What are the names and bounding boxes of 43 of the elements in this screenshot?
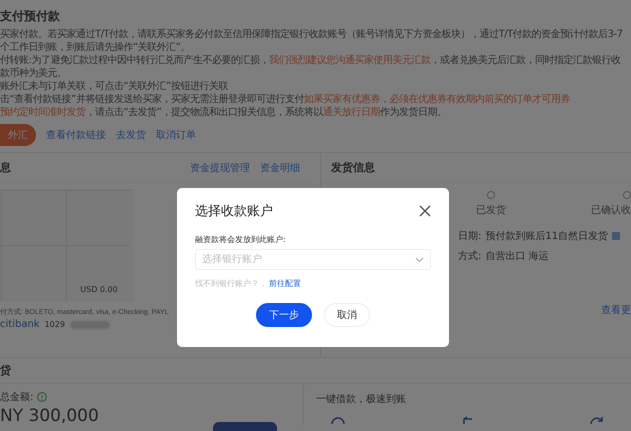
info-value: 预付款到账后11自然日发货 — [485, 230, 608, 243]
info-value: 自营出口 海运 — [485, 250, 549, 263]
view-more-link[interactable]: 查看更 — [601, 303, 631, 317]
calendar-icon — [612, 232, 620, 240]
action-link[interactable]: 取消订单 — [156, 128, 196, 142]
notice-text: 预约定时间准时发货，请点击“去发货”，提交物流和出口报关信息，系统将以通关放行日期作为发货日期。 — [0, 106, 448, 119]
step-label: 已发货 — [476, 204, 506, 217]
action-link[interactable]: 去发货 — [116, 128, 146, 142]
configure-link[interactable]: 前往配置 — [269, 278, 301, 289]
hint-text: 找不到银行账户？， — [195, 278, 267, 289]
chevron-down-icon — [415, 257, 424, 263]
total-label: 总金额: — [0, 390, 34, 404]
loan-button[interactable] — [213, 422, 277, 431]
notice-text: 击“查看付款链接”并将链接发送给买家，买家无需注册登录即可进行支付如果买家有优惠券，必须在优惠券有效期内前买的订单才可用券 — [0, 93, 571, 106]
notice-text: 买家付款。若买家通过T/T付款，请联系买家务必付款至信用保障指定银行收款账号（账号详情见下方资金板块），通过T/T付款的资金预计付款后3-7个工作日到账，到账后请先操作“关联外汇”。 — [0, 28, 624, 54]
bank-account-select[interactable]: 选择银行账户 — [195, 249, 431, 270]
funds-link[interactable]: 资金明细 — [260, 160, 300, 174]
step-label: 已确认收 — [591, 204, 631, 217]
step-dot-icon — [487, 191, 495, 199]
total-amount: NY 300,000 — [0, 406, 100, 426]
field-label: 融资款将会发放到此账户: — [195, 234, 287, 245]
panel-title: 息 — [0, 160, 11, 175]
action-link[interactable]: 查看付款链接 — [46, 128, 106, 142]
bank-logo: citibank — [0, 319, 40, 330]
info-icon — [37, 392, 48, 402]
promo-text: 一键借款，极速到账 — [316, 392, 407, 406]
account-number: 1029 — [44, 320, 65, 329]
section-title: 支付预付款 — [0, 8, 61, 25]
funds-link[interactable]: 资金提现管理 — [190, 160, 250, 174]
cancel-button[interactable]: 取消 — [324, 303, 370, 327]
info-label: 方式: — [458, 250, 482, 263]
info-label: 日期: — [458, 230, 482, 243]
link-forex-button[interactable]: 外汇 — [0, 124, 36, 146]
step-dot-icon — [623, 191, 631, 199]
dialog-title: 选择收款账户 — [195, 203, 273, 220]
close-icon[interactable] — [419, 205, 431, 217]
notice-text: 付转账:为了避免汇款过程中因中转行汇兑而产生不必要的汇损，我们强烈建议您沟通买家使用美元汇款，或者兑换美元后汇款，同时指定汇款银行收款币种为美元。 — [0, 54, 622, 80]
notice-text: 账外汇未与订单关联，可点击“关联外汇”按钮进行关联 — [0, 80, 229, 93]
amount-text: USD 0.00 — [80, 285, 118, 294]
refresh-icon — [589, 416, 605, 424]
next-button[interactable]: 下一步 — [256, 303, 312, 327]
panel-title: 发货信息 — [331, 160, 375, 175]
panel-title: 贷 — [0, 363, 11, 378]
